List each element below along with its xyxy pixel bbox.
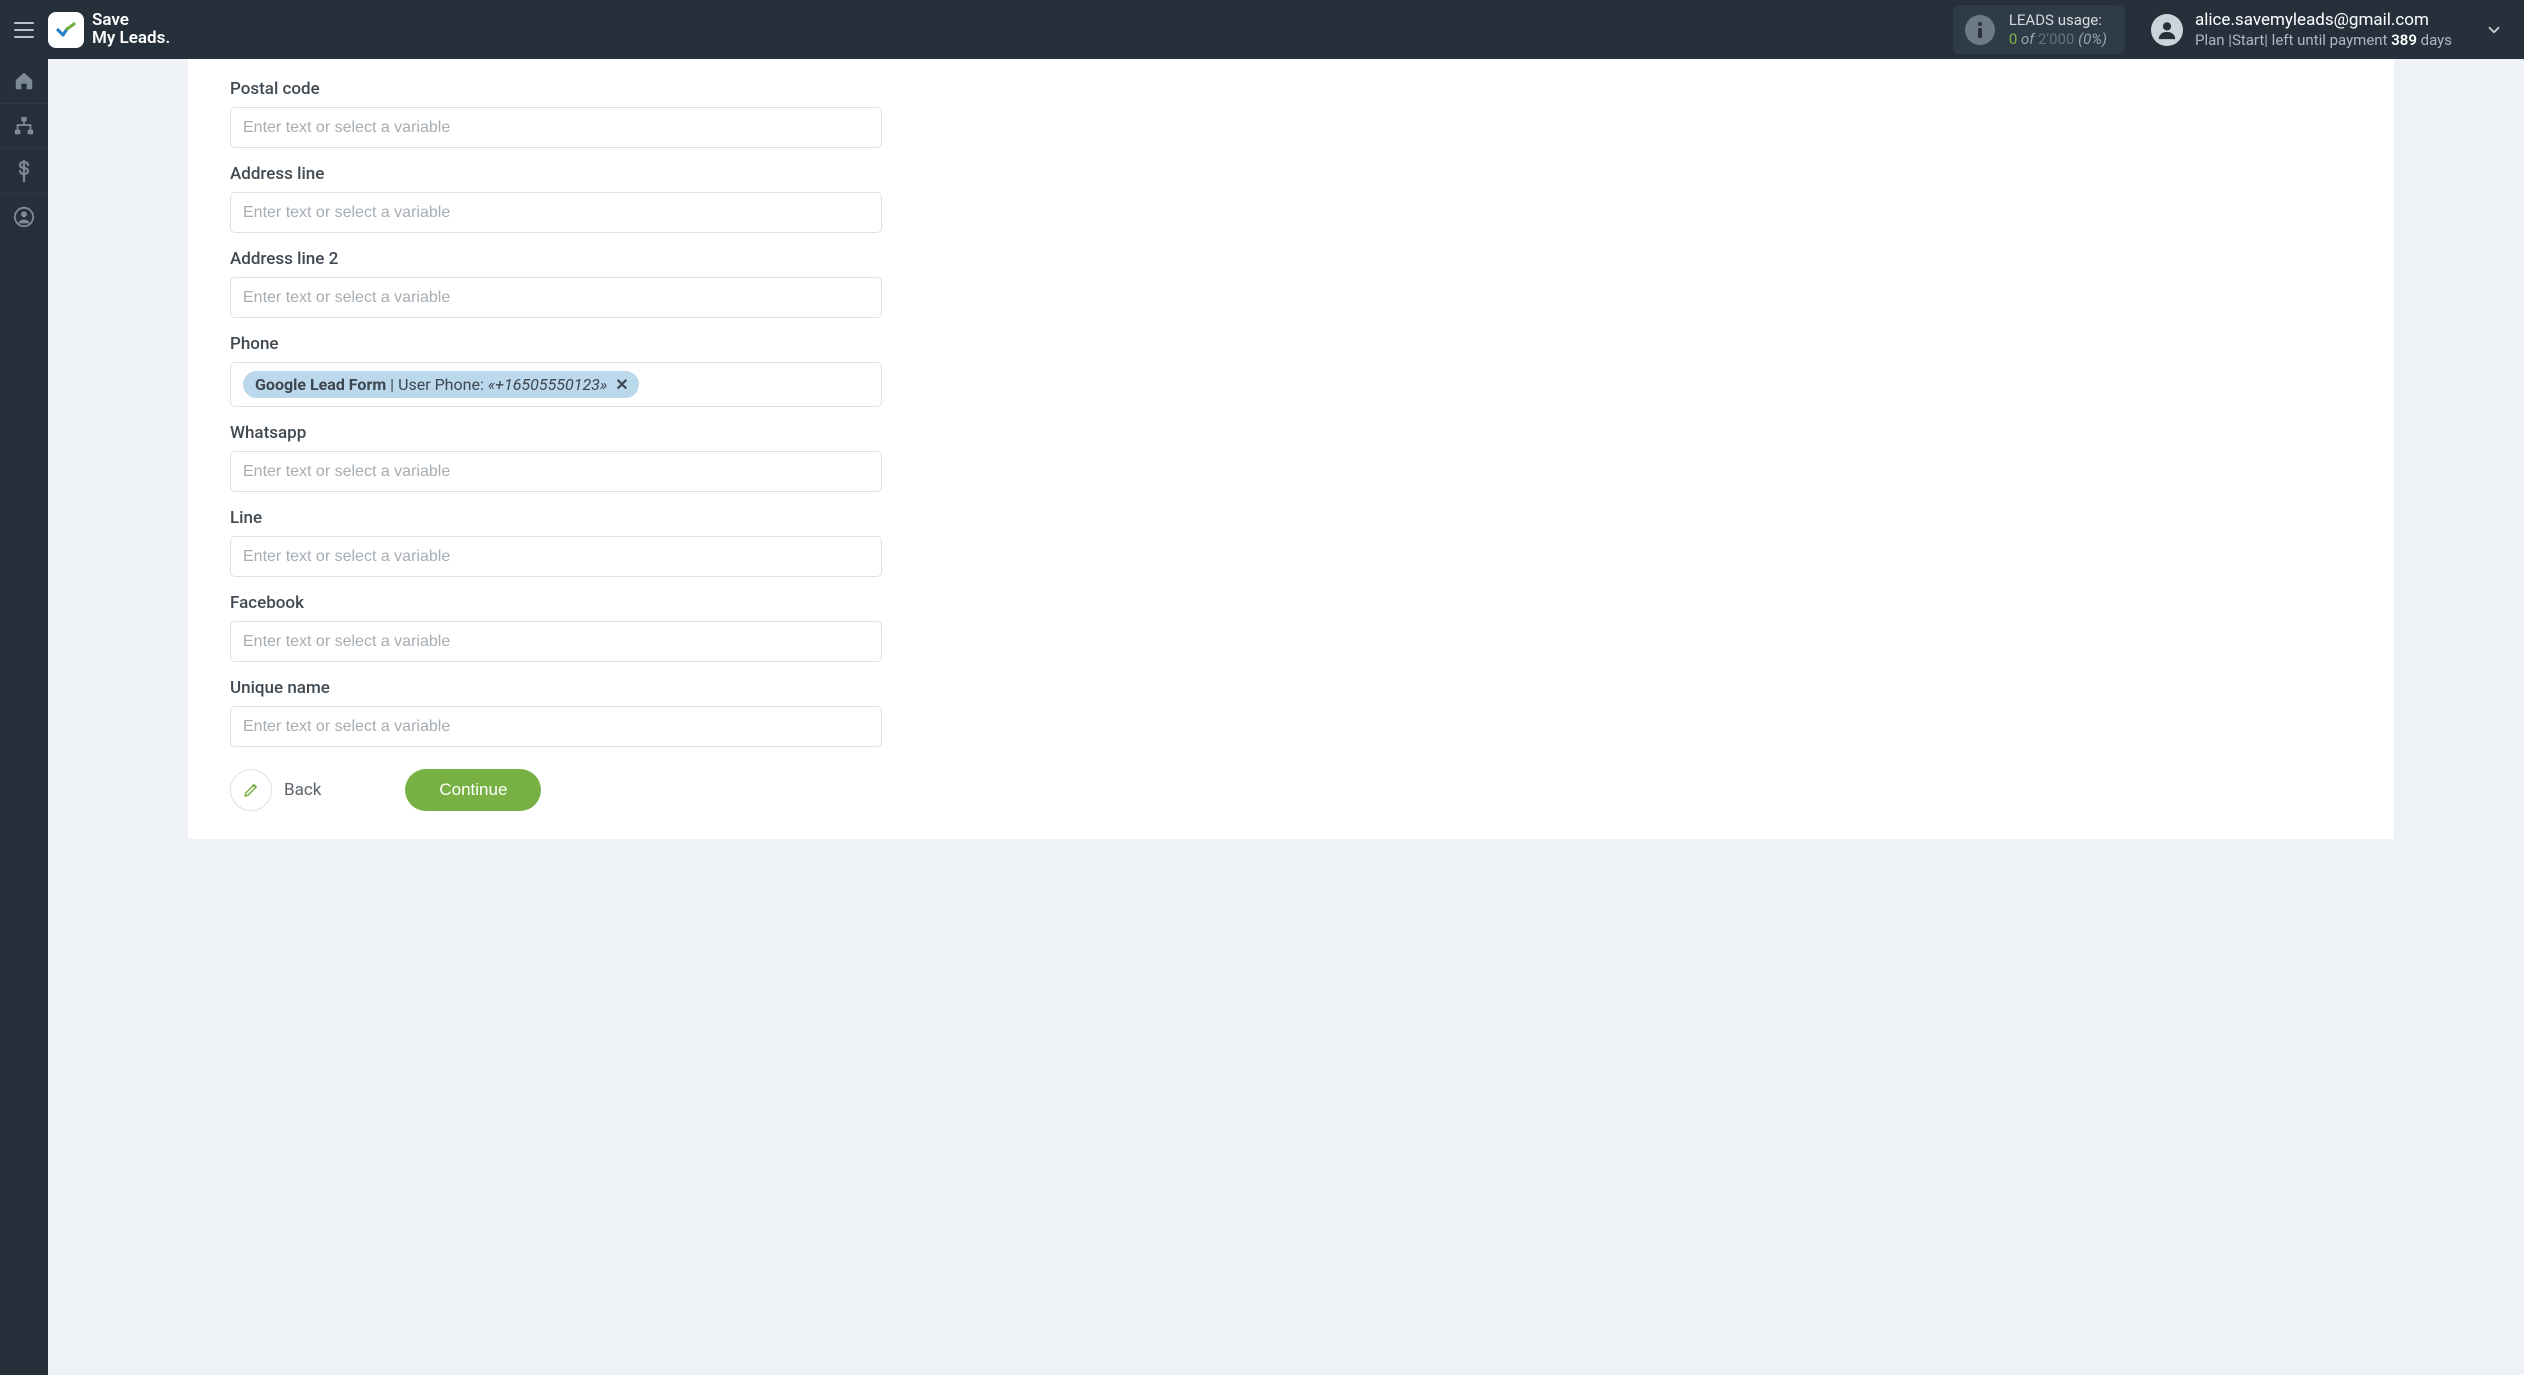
sidebar-connections[interactable] bbox=[0, 104, 48, 149]
sitemap-icon bbox=[13, 115, 35, 137]
label-address-line: Address line bbox=[230, 164, 882, 184]
field-line: Line bbox=[230, 508, 882, 577]
field-phone: Phone Google Lead Form | User Phone: «+1… bbox=[230, 334, 882, 407]
input-postal-code[interactable] bbox=[230, 107, 882, 148]
input-unique-name[interactable] bbox=[230, 706, 882, 747]
input-address-line-2-text[interactable] bbox=[243, 289, 869, 307]
field-whatsapp: Whatsapp bbox=[230, 423, 882, 492]
menu-toggle[interactable] bbox=[0, 0, 48, 59]
input-line-text[interactable] bbox=[243, 548, 869, 566]
input-line[interactable] bbox=[230, 536, 882, 577]
left-sidebar bbox=[0, 59, 48, 1375]
home-icon bbox=[13, 70, 35, 92]
label-facebook: Facebook bbox=[230, 593, 882, 613]
field-address-line: Address line bbox=[230, 164, 882, 233]
input-facebook-text[interactable] bbox=[243, 633, 869, 651]
form-card: Postal code Address line Address line 2 … bbox=[188, 59, 2394, 839]
input-address-line-text[interactable] bbox=[243, 204, 869, 222]
back-button[interactable]: Back bbox=[230, 769, 321, 811]
field-address-line-2: Address line 2 bbox=[230, 249, 882, 318]
form-actions: Back Continue bbox=[230, 769, 2352, 811]
sidebar-home[interactable] bbox=[0, 59, 48, 104]
input-unique-name-text[interactable] bbox=[243, 718, 869, 736]
input-postal-code-text[interactable] bbox=[243, 119, 869, 137]
chevron-down-icon bbox=[2485, 21, 2503, 39]
account-block[interactable]: alice.savemyleads@gmail.com Plan |Start|… bbox=[2151, 10, 2452, 50]
sidebar-billing[interactable] bbox=[0, 149, 48, 194]
field-unique-name: Unique name bbox=[230, 678, 882, 747]
account-text: alice.savemyleads@gmail.com Plan |Start|… bbox=[2195, 10, 2452, 50]
label-postal-code: Postal code bbox=[230, 79, 882, 99]
hamburger-icon bbox=[14, 22, 34, 38]
leads-usage-text: LEADS usage: 0 of 2'000 (0%) bbox=[2009, 11, 2107, 49]
info-icon bbox=[1965, 15, 1995, 45]
variable-chip-phone[interactable]: Google Lead Form | User Phone: «+1650555… bbox=[243, 371, 639, 398]
input-whatsapp-text[interactable] bbox=[243, 463, 869, 481]
input-address-line[interactable] bbox=[230, 192, 882, 233]
input-phone[interactable]: Google Lead Form | User Phone: «+1650555… bbox=[230, 362, 882, 407]
continue-button[interactable]: Continue bbox=[405, 769, 541, 811]
sidebar-profile[interactable] bbox=[0, 194, 48, 239]
page-scroll[interactable]: Postal code Address line Address line 2 … bbox=[48, 59, 2524, 1375]
check-icon bbox=[48, 12, 84, 48]
dollar-icon bbox=[17, 160, 31, 182]
chip-remove-icon[interactable]: ✕ bbox=[615, 375, 628, 394]
top-navbar: Save My Leads. LEADS usage: 0 of 2'000 (… bbox=[0, 0, 2524, 59]
label-phone: Phone bbox=[230, 334, 882, 354]
pencil-icon bbox=[230, 769, 272, 811]
account-chevron[interactable] bbox=[2474, 21, 2514, 39]
user-circle-icon bbox=[13, 206, 35, 228]
label-whatsapp: Whatsapp bbox=[230, 423, 882, 443]
brand-logo[interactable]: Save My Leads. bbox=[48, 12, 170, 48]
avatar-icon bbox=[2151, 14, 2183, 46]
label-line: Line bbox=[230, 508, 882, 528]
field-postal-code: Postal code bbox=[230, 79, 882, 148]
label-address-line-2: Address line 2 bbox=[230, 249, 882, 269]
brand-name: Save My Leads. bbox=[92, 12, 170, 48]
label-unique-name: Unique name bbox=[230, 678, 882, 698]
leads-usage-panel[interactable]: LEADS usage: 0 of 2'000 (0%) bbox=[1953, 5, 2125, 55]
field-facebook: Facebook bbox=[230, 593, 882, 662]
input-address-line-2[interactable] bbox=[230, 277, 882, 318]
input-whatsapp[interactable] bbox=[230, 451, 882, 492]
back-label: Back bbox=[284, 780, 321, 800]
input-facebook[interactable] bbox=[230, 621, 882, 662]
